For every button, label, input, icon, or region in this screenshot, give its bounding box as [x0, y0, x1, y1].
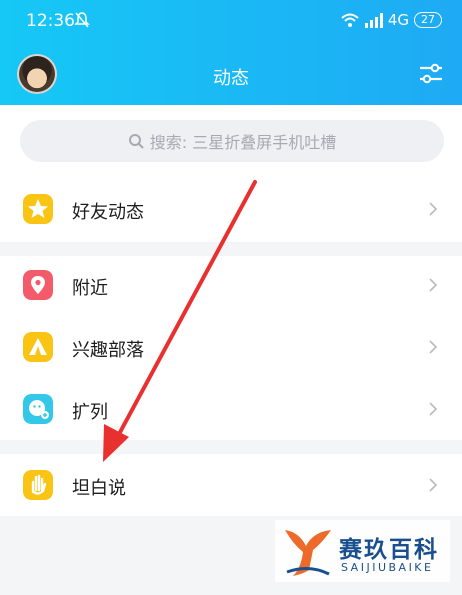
location-pin-icon — [23, 270, 53, 300]
battery-indicator: 27 — [414, 12, 442, 28]
menu-label: 坦白说 — [72, 478, 126, 499]
search-placeholder: 搜索: 三星折叠屏手机吐槽 — [149, 133, 337, 152]
chevron-right-icon — [429, 340, 437, 354]
page-title: 动态 — [213, 68, 249, 89]
mute-bell-icon — [74, 12, 90, 28]
star-icon — [23, 194, 53, 224]
menu-label: 附近 — [72, 278, 108, 299]
watermark-name: 赛玖百科 — [339, 537, 439, 563]
search-input[interactable]: 搜索: 三星折叠屏手机吐槽 — [20, 120, 444, 162]
smiley-add-icon — [23, 394, 53, 424]
search-icon — [128, 134, 144, 149]
chevron-right-icon — [429, 278, 437, 292]
tent-icon — [23, 332, 53, 362]
menu-label: 兴趣部落 — [72, 340, 144, 361]
menu-item-expand-list[interactable]: 扩列 — [0, 380, 462, 440]
chevron-right-icon — [429, 202, 437, 216]
watermark-sub: SAIJIUBAIKE — [341, 561, 434, 574]
watermark: 赛玖百科 SAIJIUBAIKE — [275, 520, 450, 582]
menu-label: 好友动态 — [72, 202, 144, 223]
menu-item-confession[interactable]: 坦白说 — [0, 456, 462, 516]
menu-label: 扩列 — [72, 402, 108, 423]
menu-item-interest-tribe[interactable]: 兴趣部落 — [0, 318, 462, 378]
hand-icon — [23, 470, 53, 500]
network-type: 4G — [387, 11, 409, 29]
status-time: 12:36 — [26, 11, 75, 31]
whale-tail-logo-icon — [285, 530, 331, 576]
top-header: 12:36 4G 27 动态 — [0, 0, 462, 105]
wifi-icon — [341, 13, 359, 27]
status-bar: 12:36 4G 27 — [0, 0, 462, 40]
discover-group: 附近 兴趣部落 扩列 — [0, 256, 462, 440]
search-and-friends-card: 搜索: 三星折叠屏手机吐槽 好友动态 — [0, 105, 462, 242]
status-indicators: 4G 27 — [340, 11, 442, 29]
confession-group: 坦白说 — [0, 454, 462, 516]
chevron-right-icon — [429, 478, 437, 492]
signal-icon — [364, 12, 383, 28]
menu-item-nearby[interactable]: 附近 — [0, 256, 462, 316]
menu-item-friend-feed[interactable]: 好友动态 — [0, 180, 462, 240]
chevron-right-icon — [429, 402, 437, 416]
settings-sliders-icon[interactable] — [418, 62, 444, 86]
